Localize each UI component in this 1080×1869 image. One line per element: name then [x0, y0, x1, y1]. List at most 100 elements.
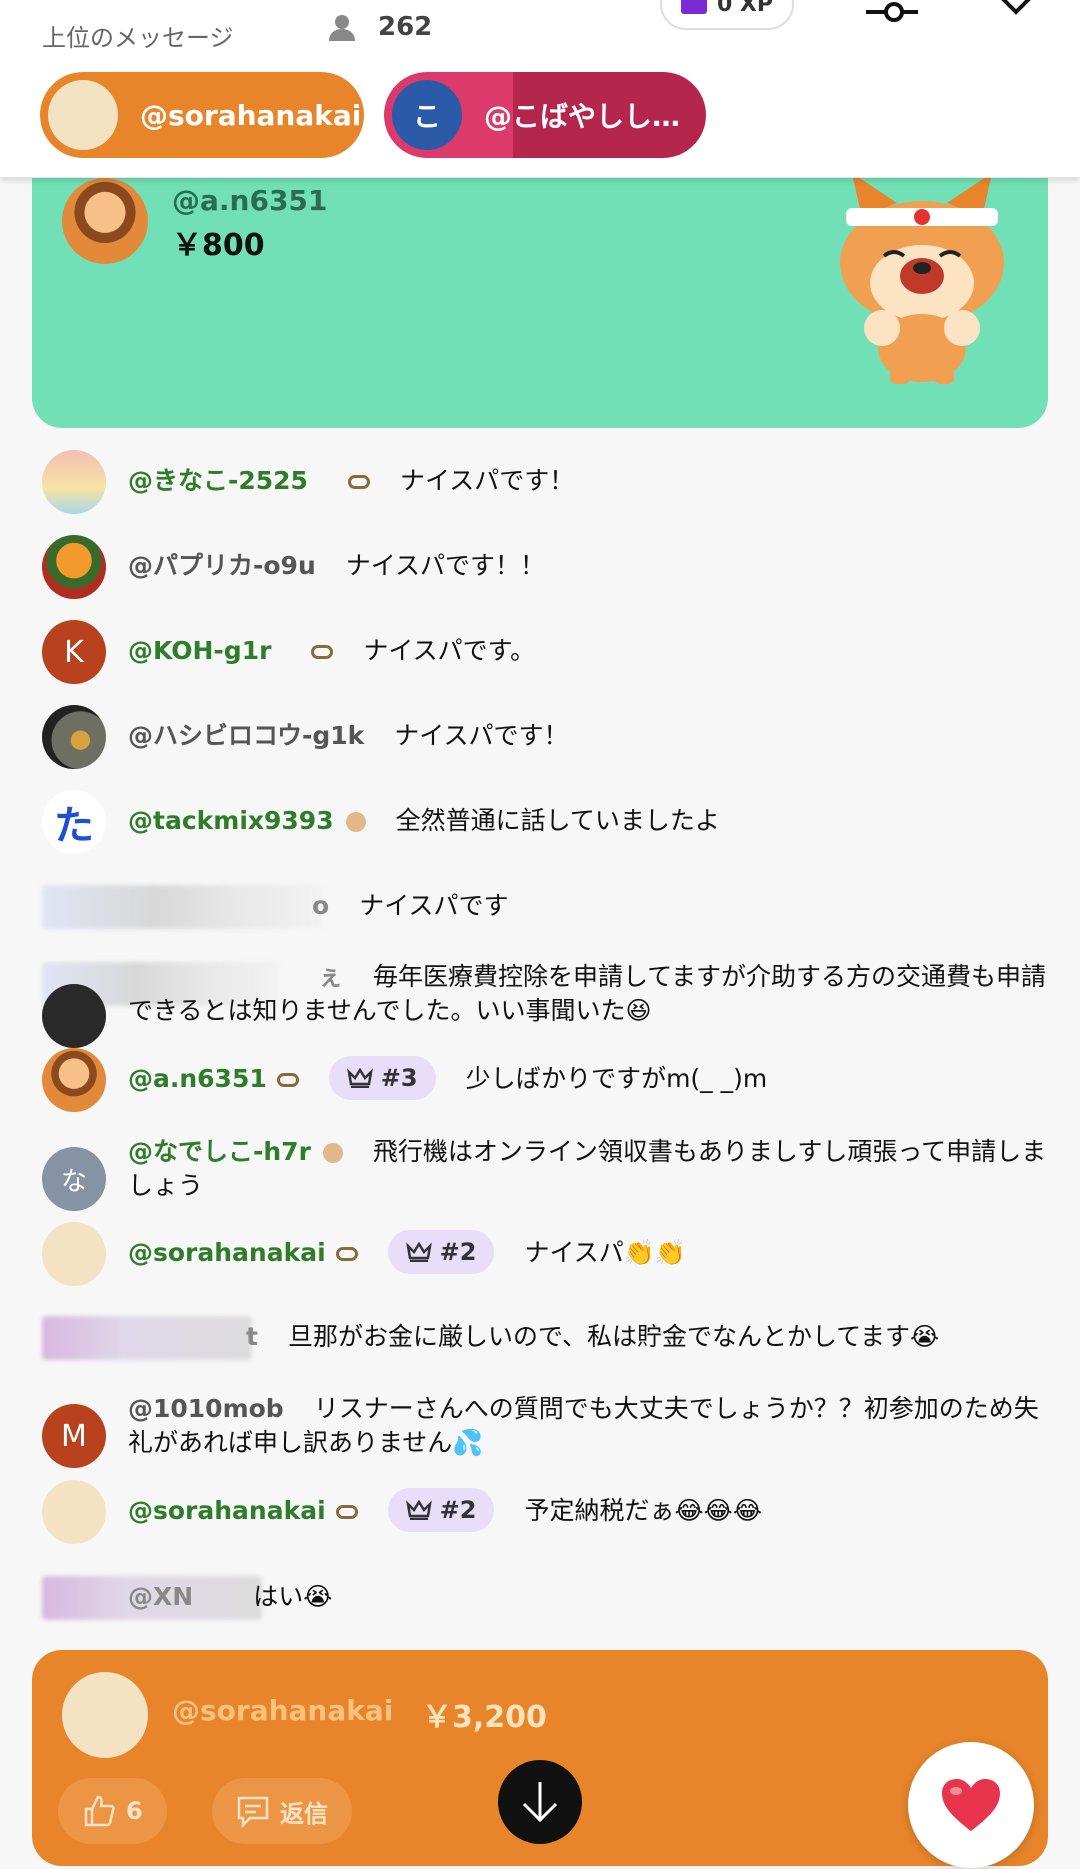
reply-label: 返信 — [280, 1799, 328, 1828]
avatar — [42, 1048, 106, 1112]
avatar: K — [42, 620, 106, 684]
scroll-to-bottom-button[interactable] — [498, 1760, 582, 1844]
person-icon — [329, 15, 355, 41]
chat-text: ナイスパ👏👏 — [524, 1238, 686, 1267]
chat-username: t — [246, 1322, 258, 1351]
avatar — [42, 984, 106, 1048]
list-item: @ハシビロコウ-g1k ナイスパです！ — [42, 705, 1042, 769]
list-item: @sorahanakai #2 予定納税だぁ😂😂😂 — [42, 1480, 1042, 1544]
chat-username: @XN — [128, 1582, 194, 1611]
list-item: @きなこ-2525 ナイスパです！ — [42, 450, 1042, 514]
avatar — [42, 535, 106, 599]
chip-username: @sorahanakai — [140, 98, 362, 132]
chat-text: ナイスパです — [359, 891, 509, 920]
thumbs-up-icon — [84, 1795, 115, 1827]
chat-text: 旦那がお金に厳しいので、私は貯金でなんとかしてます😭 — [287, 1322, 940, 1351]
avatar — [42, 450, 106, 514]
chat-text: ナイスパです！！ — [345, 551, 546, 580]
comment-icon — [237, 1796, 269, 1828]
avatar: M — [42, 1404, 106, 1468]
chat-text: はい😭 — [253, 1582, 333, 1611]
list-item: @パプリカ-o9u ナイスパです！！ — [42, 535, 1042, 599]
avatar: こ — [392, 80, 462, 150]
xp-value: 0 XP — [716, 0, 774, 17]
chat-username: @なでしこ-h7r — [128, 1137, 311, 1166]
reply-button[interactable]: 返信 — [212, 1778, 352, 1844]
member-badge-icon — [322, 1143, 343, 1163]
viewer-count: 262 — [378, 12, 433, 42]
member-badge-icon — [345, 812, 366, 832]
moderator-icon — [335, 1505, 358, 1519]
rank-badge: #3 — [328, 1056, 436, 1100]
chat-text: ナイスパです！ — [399, 466, 575, 495]
chat-username: @1010mob — [128, 1394, 284, 1423]
crown-icon — [405, 1242, 432, 1262]
chat-text: ナイスパです。 — [363, 636, 536, 665]
moderator-icon — [276, 1073, 299, 1087]
top-messages-label: 上位のメッセージ — [42, 24, 234, 52]
list-item: な @なでしこ-h7r 飛行機はオンライン領収書もありましすし頑張って申請しましょ… — [42, 1135, 1046, 1225]
chat-username: @tackmix9393 — [128, 806, 334, 835]
header: 上位のメッセージ 262 0 XP @sorahanakai こ @こばやしし… — [0, 0, 1080, 178]
avatar — [42, 1222, 106, 1286]
chat-text: ナイスパです！ — [394, 721, 569, 750]
crown-icon — [346, 1068, 373, 1088]
heart-icon — [942, 1779, 1000, 1831]
arrow-down-icon — [522, 1782, 558, 1823]
viewer-counter: 262 — [328, 12, 432, 42]
xp-gem-icon — [680, 0, 707, 14]
pinned-username: @a.n6351 — [172, 184, 328, 217]
chat-username: @sorahanakai — [128, 1496, 326, 1525]
crown-icon — [405, 1500, 432, 1520]
list-item: M @1010mob リスナーさんへの質問でも大丈夫でしょうか？？初参加のため失礼… — [42, 1392, 1042, 1482]
list-item: K @KOH-g1r ナイスパです。 — [42, 620, 1042, 684]
avatar — [48, 80, 118, 150]
list-item: o ナイスパです — [42, 875, 1042, 939]
pinned-supa-card[interactable]: @a.n6351 ￥800 — [32, 140, 1048, 428]
chat-username: @KOH-g1r — [128, 636, 272, 665]
chat-username: @きなこ-2525 — [128, 466, 308, 495]
close-icon[interactable] — [994, 0, 1038, 26]
shiba-dog-sticker-icon — [840, 173, 1004, 384]
list-item: @a.n6351 #3 少しばかりですがm(_ _)m — [42, 1048, 1042, 1112]
avatar — [42, 705, 106, 769]
chat-username: @パプリカ-o9u — [128, 551, 316, 580]
chat-text: 毎年医療費控除を申請してますが介助する方の交通費も申請できるとは知りませんでした… — [128, 962, 1047, 1025]
list-item: @sorahanakai #2 ナイスパ👏👏 — [42, 1222, 1042, 1286]
top-chip-kobayashi[interactable]: こ @こばやしし… — [384, 72, 706, 158]
chat-text: 予定納税だぁ😂😂😂 — [524, 1496, 763, 1525]
avatar — [62, 1672, 148, 1758]
chat-username: @sorahanakai — [128, 1238, 326, 1267]
highlighted-amount: ￥3,200 — [422, 1700, 547, 1735]
list-item: @XN はい😭 — [42, 1566, 1042, 1630]
moderator-icon — [347, 475, 370, 489]
list-item: t 旦那がお金に厳しいので、私は貯金でなんとかしてます😭 — [42, 1306, 1042, 1370]
chat-username: o — [312, 891, 330, 920]
chat-text: 少しばかりですがm(_ _)m — [465, 1064, 768, 1093]
rank-badge: #2 — [387, 1230, 495, 1274]
slider-settings-icon[interactable] — [864, 0, 920, 30]
like-count: 6 — [126, 1797, 143, 1825]
moderator-icon — [335, 1247, 358, 1261]
top-chip-sorahanakai[interactable]: @sorahanakai — [40, 72, 364, 158]
moderator-icon — [311, 645, 334, 659]
redacted-username — [42, 1316, 252, 1360]
like-button[interactable]: 6 — [58, 1778, 167, 1844]
chat-username: @a.n6351 — [128, 1064, 267, 1093]
avatar: た — [42, 790, 106, 854]
pinned-amount: ￥800 — [172, 228, 265, 263]
xp-badge[interactable]: 0 XP — [660, 0, 794, 30]
chip-username: @こばやしし… — [484, 100, 681, 133]
chat-username: ぇ — [318, 962, 344, 991]
redacted-username — [42, 885, 322, 929]
avatar — [42, 1480, 106, 1544]
chat-username: @ハシビロコウ-g1k — [128, 721, 365, 750]
rank-badge: #2 — [387, 1488, 495, 1532]
chat-text: 全然普通に話していましたよ — [395, 806, 720, 835]
avatar: な — [42, 1147, 106, 1211]
heart-reaction-button[interactable] — [908, 1742, 1034, 1868]
list-item: ぇ毎年医療費控除を申請してますが介助する方の交通費も申請できるとは知りませんでし… — [42, 960, 1046, 1050]
avatar — [62, 178, 148, 264]
highlighted-username: @sorahanakai — [172, 1694, 394, 1727]
list-item: た @tackmix9393 全然普通に話していましたよ — [42, 790, 1042, 854]
